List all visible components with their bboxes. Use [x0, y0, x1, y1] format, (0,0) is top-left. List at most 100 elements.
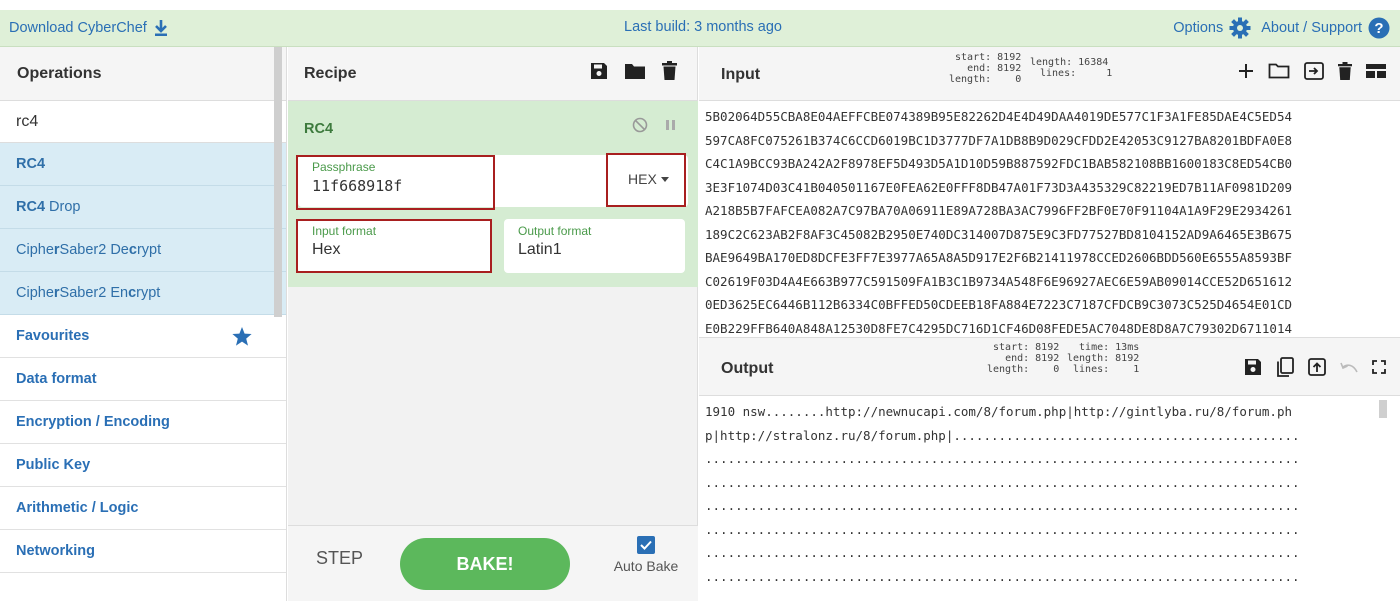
checkbox-checked-icon: [637, 536, 655, 554]
save-output-icon[interactable]: [1244, 358, 1262, 376]
category-data-format[interactable]: Data format: [0, 358, 286, 401]
disable-icon[interactable]: [632, 117, 648, 133]
text-line: ........................................…: [705, 498, 1300, 513]
folder-icon[interactable]: [624, 62, 646, 80]
text-line: 189C2C623AB2F8AF3C45082B2950E740DC314007…: [705, 226, 1292, 242]
output-format-value: Latin1: [518, 241, 562, 258]
format-highlight: [606, 153, 686, 207]
options-link[interactable]: Options: [1173, 17, 1251, 39]
stat-line: start: 8192: [993, 342, 1060, 353]
gear-icon: [1229, 17, 1251, 39]
text-line: ........................................…: [705, 592, 1300, 601]
last-build-text: Last build: 3 months ago: [624, 19, 782, 35]
save-icon[interactable]: [590, 62, 608, 80]
op-label-part: rypt: [136, 242, 162, 258]
input-text-area[interactable]: 5B02064D55CBA8E04AEFFCBE074389B95E82262D…: [705, 105, 1393, 340]
open-file-icon[interactable]: [1304, 62, 1324, 80]
input-stats-left: start: 8192 end: 8192 length: 0: [949, 52, 1021, 85]
text-line: ........................................…: [705, 521, 1300, 537]
copy-icon[interactable]: [1276, 357, 1294, 377]
stat-line: length: 0: [949, 74, 1022, 85]
op-result-label-rest: Drop: [45, 199, 81, 215]
category-favourites[interactable]: Favourites: [0, 315, 286, 358]
category-encryption-encoding[interactable]: Encryption / Encoding: [0, 401, 286, 444]
stat-line: lines: 1: [1040, 68, 1113, 79]
download-icon: [154, 20, 167, 36]
output-title: Output: [721, 360, 774, 377]
star-icon: [232, 327, 252, 346]
category-label: Public Key: [16, 457, 91, 473]
step-button[interactable]: STEP: [316, 548, 363, 569]
output-format-label: Output format: [518, 224, 592, 238]
clear-input-icon[interactable]: [1338, 62, 1352, 80]
text-line: 1910 nsw........http://newnucapi.com/8/f…: [705, 404, 1292, 419]
output-panel: Output start: 8192 end: 8192 length: 0 t…: [699, 337, 1400, 601]
options-label: Options: [1173, 20, 1224, 36]
category-label: Arithmetic / Logic: [16, 500, 139, 516]
category-label: Favourites: [16, 328, 90, 344]
category-public-key[interactable]: Public Key: [0, 444, 286, 487]
stat-line: length: 8192: [1067, 353, 1140, 364]
op-label-match: c: [128, 285, 137, 301]
op-result-ciphersaber2-decrypt[interactable]: Ciphe r Saber2 De c rypt: [0, 229, 286, 272]
text-line: BAE9649BA170ED8DCFE3FF7E3977A65A8A5D917E…: [705, 250, 1292, 265]
help-icon: ?: [1368, 17, 1390, 39]
stat-line: length: 0: [987, 364, 1060, 375]
auto-bake-label: Auto Bake: [613, 558, 679, 574]
replace-input-icon[interactable]: [1308, 358, 1326, 376]
about-label: About / Support: [1261, 20, 1362, 36]
bake-button[interactable]: BAKE!: [400, 538, 570, 590]
recipe-controls: STEP BAKE! Auto Bake: [288, 525, 698, 601]
category-label: Networking: [16, 543, 95, 559]
auto-bake-checkbox[interactable]: Auto Bake: [596, 536, 696, 574]
svg-text:?: ?: [1374, 20, 1383, 37]
category-label: Encryption / Encoding: [16, 414, 170, 430]
text-line: 5B02064D55CBA8E04AEFFCBE074389B95E82262D…: [705, 109, 1292, 124]
output-text-area[interactable]: 1910 nsw........http://newnucapi.com/8/f…: [705, 400, 1375, 601]
rc4-operation[interactable]: RC4 Passphrase 11f668918f HEX Input form…: [288, 101, 698, 287]
input-panel: Input start: 8192 end: 8192 length: 0 le…: [699, 47, 1400, 337]
add-tab-icon[interactable]: [1238, 63, 1254, 79]
text-line: 597CA8FC075261B374C6CCD6019BC1D3777DF7A1…: [705, 132, 1292, 148]
operations-search-input[interactable]: rc4: [0, 101, 286, 143]
op-result-rc4-drop[interactable]: RC4 Drop: [0, 186, 286, 229]
recipe-title: Recipe: [304, 64, 357, 82]
operations-title: Operations: [0, 47, 286, 101]
text-line: ........................................…: [705, 545, 1300, 560]
operations-panel: Operations rc4 RC4 RC4 Drop Ciphe r Saber2…: [0, 47, 287, 601]
about-link[interactable]: About / Support ?: [1261, 17, 1390, 39]
text-line: 0ED3625EC6446B112B6334C0BFFED50CDEEB18FA…: [705, 297, 1292, 312]
op-result-ciphersaber2-encrypt[interactable]: Ciphe r Saber2 En c rypt: [0, 272, 286, 315]
op-label-part: Saber2 De: [59, 242, 129, 258]
op-result-label-match: RC4: [16, 199, 46, 215]
op-label-part: Ciphe: [16, 285, 54, 301]
text-line: ........................................…: [705, 568, 1300, 584]
download-link[interactable]: Download CyberChef: [9, 19, 169, 37]
text-line: ........................................…: [705, 451, 1300, 466]
open-folder-icon[interactable]: [1268, 63, 1290, 79]
top-banner: Download CyberChef Last build: 3 months …: [0, 10, 1400, 47]
pause-icon[interactable]: [666, 119, 676, 131]
trash-icon[interactable]: [662, 61, 677, 80]
output-stats-left: start: 8192 end: 8192 length: 0: [987, 342, 1059, 375]
stat-line: end: 8192: [967, 63, 1022, 74]
op-result-rc4[interactable]: RC4: [0, 143, 286, 186]
stat-line: length: 16384: [1030, 57, 1109, 68]
download-label: Download CyberChef: [9, 20, 147, 36]
text-line: 3E3F1074D03C41B040501167E0FEA62E0FFF8DB4…: [705, 179, 1292, 195]
category-arithmetic-logic[interactable]: Arithmetic / Logic: [0, 487, 286, 530]
maximise-icon[interactable]: [1372, 360, 1386, 374]
operations-scrollbar[interactable]: [274, 47, 282, 317]
output-scrollbar[interactable]: [1379, 400, 1387, 418]
undo-icon[interactable]: [1340, 361, 1358, 373]
operation-title: RC4: [304, 121, 334, 137]
text-line: ........................................…: [705, 474, 1300, 490]
output-format-select[interactable]: Output format Latin1: [504, 219, 685, 273]
category-networking[interactable]: Networking: [0, 530, 286, 573]
recipe-panel: Recipe RC4 Passphrase 11f668918f HEX Inp…: [288, 47, 698, 601]
op-label-match: c: [128, 242, 137, 258]
op-label-part: Ciphe: [16, 242, 54, 258]
stat-line: time: 13ms: [1079, 342, 1140, 353]
layout-icon[interactable]: [1366, 64, 1386, 78]
stat-line: end: 8192: [1005, 353, 1060, 364]
